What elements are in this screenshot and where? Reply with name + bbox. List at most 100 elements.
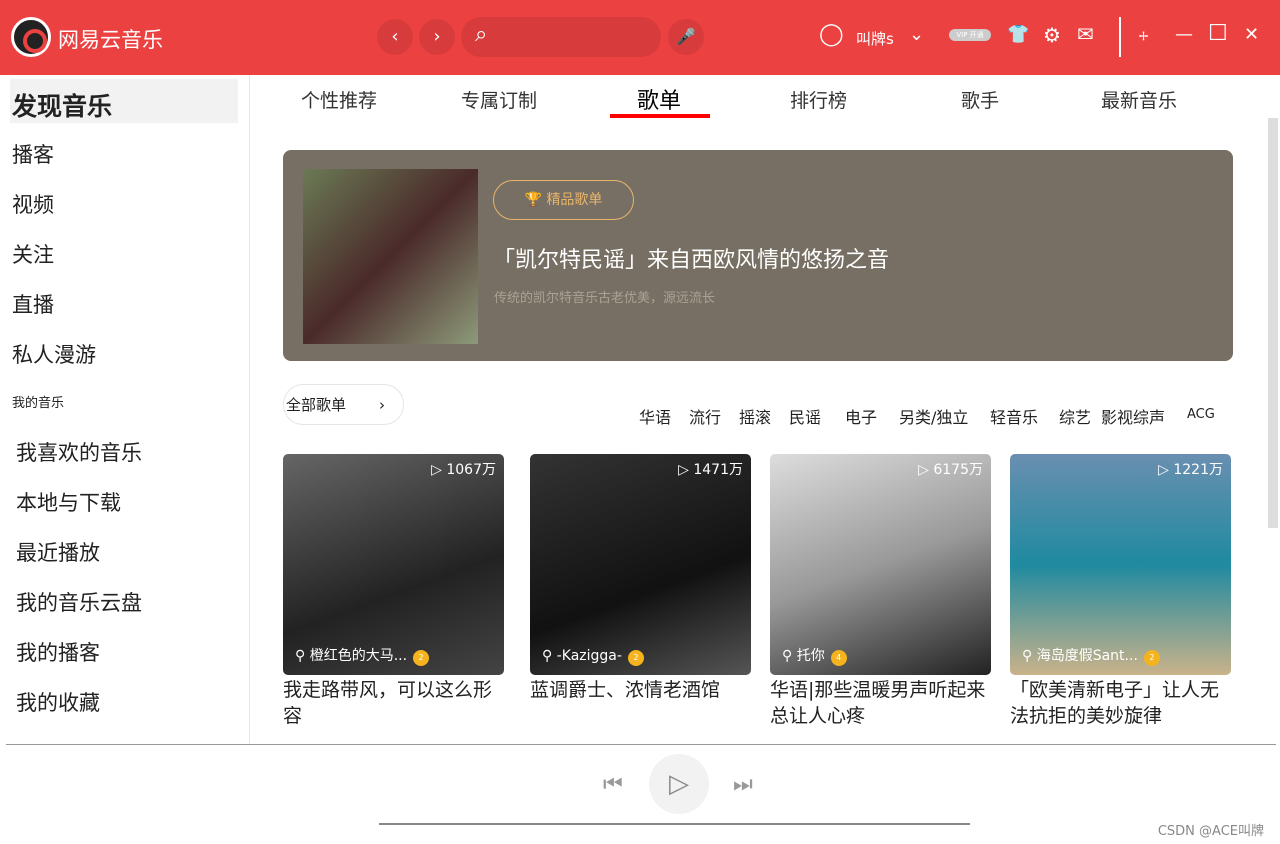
active-tab-underline: [610, 114, 710, 118]
mail-icon[interactable]: ✉: [1077, 22, 1094, 46]
skin-icon[interactable]: 👕: [1007, 24, 1029, 45]
creator-name: -Kazigga-: [556, 648, 622, 664]
tab-custom[interactable]: 专属订制: [461, 86, 537, 113]
sidebar-item[interactable]: 本地与下载: [16, 487, 121, 517]
category-tag[interactable]: 综艺: [1059, 404, 1091, 428]
playlist-cover[interactable]: ▷ 1221万 ⚲ 海岛度假Sant... 2: [1010, 454, 1231, 675]
sidebar-item[interactable]: 我的收藏: [16, 687, 100, 717]
creator[interactable]: ⚲ -Kazigga- 2: [542, 648, 644, 666]
play-count: ▷ 1471万: [678, 462, 743, 478]
chevron-right-icon: ›: [379, 396, 385, 414]
sidebar-item[interactable]: 我喜欢的音乐: [16, 437, 142, 467]
sidebar-item[interactable]: 我的音乐云盘: [16, 587, 142, 617]
sidebar: 发现音乐 播客 视频 关注 直播 私人漫游 我的音乐 我喜欢的音乐 本地与下载 …: [0, 75, 250, 745]
title-bar: 网易云音乐 ‹ › ⌕ 🎤 ◯ 叫牌s ⌄ VIP 开通 👕 ⚙ ✉ ⧾ — ☐…: [0, 0, 1280, 75]
divider: [6, 744, 1276, 745]
close-icon[interactable]: ✕: [1244, 24, 1259, 45]
back-button[interactable]: ‹: [377, 19, 413, 55]
search-icon: ⌕: [475, 22, 488, 47]
tab-new-music[interactable]: 最新音乐: [1101, 86, 1177, 113]
creator-name: 托你: [796, 648, 825, 664]
mic-icon[interactable]: 🎤: [668, 19, 704, 55]
tab-charts[interactable]: 排行榜: [790, 86, 847, 113]
category-tag[interactable]: 影视综声: [1101, 404, 1165, 428]
play-count-value: 1471万: [693, 462, 743, 478]
play-count: ▷ 1067万: [431, 462, 496, 478]
creator-name: 海岛度假Sant...: [1036, 648, 1138, 664]
category-tag[interactable]: ACG: [1187, 407, 1215, 422]
sidebar-item[interactable]: 关注: [12, 239, 54, 269]
sidebar-item[interactable]: 私人漫游: [12, 339, 96, 369]
creator-name: 橙红色的大马...: [309, 648, 408, 664]
play-count-value: 1067万: [446, 462, 496, 478]
divider: [1119, 17, 1121, 57]
sidebar-item[interactable]: 我的播客: [16, 637, 100, 667]
progress-bar[interactable]: [379, 823, 970, 825]
sidebar-item[interactable]: 直播: [12, 289, 54, 319]
level-badge-icon: 2: [413, 650, 430, 666]
playlist-title[interactable]: 华语|那些温暖男声听起来总让人心疼: [770, 677, 991, 729]
playlist-title[interactable]: 我走路带风，可以这么形容: [283, 677, 504, 729]
playlist-title[interactable]: 蓝调爵士、浓情老酒馆: [530, 677, 751, 703]
play-count: ▷ 6175万: [918, 462, 983, 478]
sidebar-item[interactable]: 视频: [12, 189, 54, 219]
forward-button[interactable]: ›: [419, 19, 455, 55]
premium-playlist-button[interactable]: 🏆 精品歌单: [493, 180, 634, 220]
playlist-cover[interactable]: ▷ 6175万 ⚲ 托你 4: [770, 454, 991, 675]
category-tag[interactable]: 电子: [845, 404, 877, 428]
tab-playlists[interactable]: 歌单: [637, 83, 681, 115]
scrollbar[interactable]: [1268, 118, 1278, 528]
category-tag[interactable]: 另类/独立: [899, 404, 968, 428]
level-badge-icon: 2: [1143, 650, 1160, 666]
category-tag[interactable]: 华语: [639, 404, 671, 428]
minimize-icon[interactable]: —: [1175, 24, 1193, 45]
sidebar-item[interactable]: 最近播放: [16, 537, 100, 567]
banner-title: 「凯尔特民谣」来自西欧风情的悠扬之音: [493, 248, 890, 273]
category-tag[interactable]: 流行: [689, 404, 721, 428]
search-input[interactable]: ⌕: [461, 17, 661, 57]
playlist-cover[interactable]: ▷ 1471万 ⚲ -Kazigga- 2: [530, 454, 751, 675]
creator[interactable]: ⚲ 海岛度假Sant... 2: [1022, 645, 1160, 666]
username[interactable]: 叫牌s: [856, 28, 894, 49]
playlist-card[interactable]: ▷ 1221万 ⚲ 海岛度假Sant... 2 「欧美清新电子」让人无法抗拒的美妙…: [1010, 454, 1231, 729]
playlist-card[interactable]: ▷ 1471万 ⚲ -Kazigga- 2 蓝调爵士、浓情老酒馆: [530, 454, 751, 703]
all-playlists-button[interactable]: 全部歌单 ›: [283, 384, 404, 425]
user-icon: ⚲: [1022, 648, 1033, 664]
app-name: 网易云音乐: [58, 28, 163, 52]
play-count-value: 6175万: [933, 462, 983, 478]
tab-recommend[interactable]: 个性推荐: [301, 86, 377, 113]
all-label: 全部歌单: [286, 396, 347, 414]
sidebar-item-discover[interactable]: 发现音乐: [10, 79, 238, 123]
sidebar-section-label: 我的音乐: [12, 396, 65, 411]
banner-subtitle: 传统的凯尔特音乐古老优美，源远流长: [494, 291, 716, 306]
tab-artists[interactable]: 歌手: [961, 86, 999, 113]
banner-image: [303, 169, 478, 344]
featured-banner[interactable]: 🏆 精品歌单 「凯尔特民谣」来自西欧风情的悠扬之音 传统的凯尔特音乐古老优美，源…: [283, 150, 1233, 361]
chevron-down-icon[interactable]: ⌄: [909, 24, 924, 45]
user-icon: ⚲: [782, 648, 793, 664]
playlist-card[interactable]: ▷ 6175万 ⚲ 托你 4 华语|那些温暖男声听起来总让人心疼: [770, 454, 991, 729]
user-icon: ⚲: [295, 648, 306, 664]
gear-icon[interactable]: ⚙: [1043, 23, 1061, 47]
level-badge-icon: 2: [627, 650, 644, 666]
play-count: ▷ 1221万: [1158, 462, 1223, 478]
playlist-title[interactable]: 「欧美清新电子」让人无法抗拒的美妙旋律: [1010, 677, 1231, 729]
playlist-cover[interactable]: ▷ 1067万 ⚲ 橙红色的大马... 2: [283, 454, 504, 675]
user-avatar-icon[interactable]: ◯: [819, 22, 844, 47]
previous-icon[interactable]: ⏮: [603, 772, 623, 797]
user-icon: ⚲: [542, 648, 553, 664]
sidebar-item[interactable]: 播客: [12, 139, 54, 169]
creator[interactable]: ⚲ 橙红色的大马... 2: [295, 645, 430, 666]
maximize-icon[interactable]: ☐: [1208, 21, 1228, 46]
next-icon[interactable]: ⏭: [733, 772, 753, 797]
mini-mode-icon[interactable]: ⧾: [1139, 24, 1148, 45]
playlist-card[interactable]: ▷ 1067万 ⚲ 橙红色的大马... 2 我走路带风，可以这么形容: [283, 454, 504, 729]
category-tag[interactable]: 摇滚: [739, 404, 771, 428]
vip-badge[interactable]: VIP 开通: [949, 29, 991, 41]
level-badge-icon: 4: [830, 650, 847, 666]
creator[interactable]: ⚲ 托你 4: [782, 645, 847, 666]
play-count-value: 1221万: [1173, 462, 1223, 478]
play-button[interactable]: ▷: [649, 754, 709, 814]
category-tag[interactable]: 轻音乐: [990, 404, 1038, 428]
category-tag[interactable]: 民谣: [789, 404, 821, 428]
